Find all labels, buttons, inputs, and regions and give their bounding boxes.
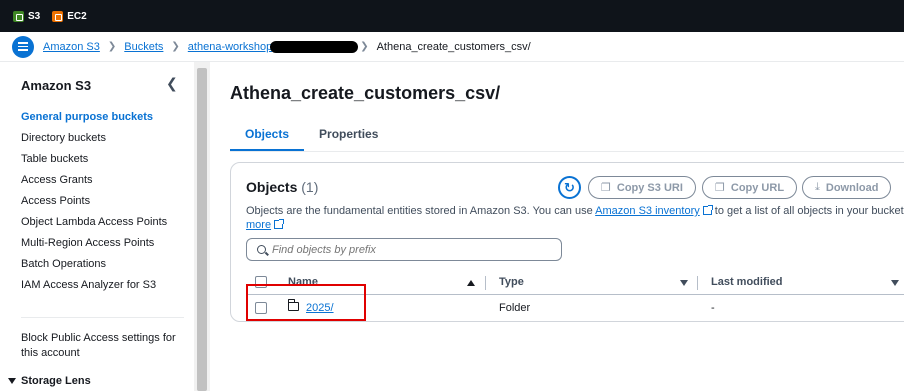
sidebar-item-batch-operations[interactable]: Batch Operations — [21, 257, 167, 278]
favorite-ec2-label: EC2 — [67, 10, 87, 22]
download-icon: ⤓ — [815, 181, 820, 193]
sidebar-item-directory-buckets[interactable]: Directory buckets — [21, 131, 167, 152]
breadcrumb-bucket[interactable]: athena-workshop — [188, 41, 272, 53]
tab-objects[interactable]: Objects — [230, 124, 305, 152]
redaction-mark — [270, 40, 359, 53]
scrollbar-thumb[interactable] — [197, 68, 207, 391]
favorites-bar: S3 EC2 — [0, 0, 904, 32]
breadcrumb-amazon-s3[interactable]: Amazon S3 — [43, 41, 100, 53]
sidebar-item-iam-access-analyzer[interactable]: IAM Access Analyzer for S3 — [21, 278, 167, 299]
objects-title-text: Objects — [246, 179, 298, 195]
objects-description: Objects are the fundamental entities sto… — [246, 204, 904, 218]
breadcrumb-buckets[interactable]: Buckets — [124, 41, 163, 53]
sidebar-item-object-lambda-access-points[interactable]: Object Lambda Access Points — [21, 215, 167, 236]
search-input[interactable] — [272, 243, 552, 256]
sort-ascending-icon[interactable] — [467, 280, 475, 286]
column-header-last-modified[interactable]: Last modified — [711, 276, 783, 288]
search-icon — [257, 245, 266, 254]
copy-icon: ❐ — [715, 182, 725, 194]
sidebar-nav: General purpose buckets Directory bucket… — [21, 110, 167, 299]
sort-icon[interactable] — [680, 280, 688, 286]
s3-inventory-link[interactable]: Amazon S3 inventory — [595, 205, 700, 217]
sidebar-title: Amazon S3 — [21, 78, 92, 93]
column-separator — [485, 276, 486, 290]
objects-description-more: more — [246, 218, 285, 232]
copy-s3-uri-button[interactable]: ❐ Copy S3 URI — [588, 176, 696, 199]
favorite-ec2[interactable]: EC2 — [52, 10, 87, 22]
breadcrumb: Amazon S3 ❯ Buckets ❯ athena-workshop ❯ … — [0, 32, 904, 62]
hamburger-icon-line — [18, 49, 28, 51]
tab-list: Objects Properties — [230, 124, 393, 152]
main-content: Athena_create_customers_csv/ Objects Pro… — [210, 62, 904, 391]
sidebar-divider — [21, 317, 184, 318]
favorite-s3[interactable]: S3 — [13, 10, 41, 22]
refresh-button[interactable]: ↻ — [558, 176, 581, 199]
sort-icon[interactable] — [891, 280, 899, 286]
column-header-type[interactable]: Type — [499, 276, 524, 288]
chevron-left-icon[interactable]: ❮ — [166, 75, 178, 92]
objects-panel-title: Objects (1) — [246, 179, 318, 195]
download-label: Download — [825, 181, 879, 194]
external-link-icon — [274, 219, 285, 229]
external-link-icon — [702, 205, 713, 215]
description-text: Objects are the fundamental entities sto… — [246, 205, 596, 217]
breadcrumb-current: Athena_create_customers_csv/ — [376, 40, 531, 53]
sidebar: Amazon S3 ❮ General purpose buckets Dire… — [0, 62, 194, 391]
caret-down-icon — [8, 378, 16, 384]
tabs-divider — [230, 151, 904, 152]
sidebar-item-access-grants[interactable]: Access Grants — [21, 173, 167, 194]
sidebar-item-access-points[interactable]: Access Points — [21, 194, 167, 215]
chevron-right-icon: ❯ — [171, 41, 180, 52]
object-search[interactable] — [246, 238, 562, 261]
sidebar-item-general-purpose-buckets[interactable]: General purpose buckets — [21, 110, 167, 131]
copy-icon: ❐ — [601, 182, 611, 194]
copy-url-label: Copy URL — [730, 181, 785, 194]
ec2-service-icon — [52, 10, 64, 22]
menu-toggle-button[interactable] — [12, 35, 34, 58]
favorite-s3-label: S3 — [28, 10, 41, 22]
description-text-after: to get a list of all objects in your buc… — [711, 205, 904, 217]
download-button[interactable]: ⤓ Download — [802, 176, 892, 199]
page-title: Athena_create_customers_csv/ — [230, 83, 501, 103]
object-type: Folder — [499, 302, 531, 314]
sidebar-scrollbar[interactable] — [194, 62, 210, 391]
sidebar-item-block-public-access[interactable]: Block Public Access settings for this ac… — [21, 331, 181, 361]
copy-url-button[interactable]: ❐ Copy URL — [702, 176, 798, 199]
annotation-highlight-box — [246, 284, 366, 321]
sidebar-section-storage-lens[interactable]: Storage Lens — [8, 375, 91, 387]
sidebar-item-table-buckets[interactable]: Table buckets — [21, 152, 167, 173]
copy-s3-uri-label: Copy S3 URI — [616, 181, 683, 194]
sidebar-item-multi-region-access-points[interactable]: Multi-Region Access Points — [21, 236, 167, 257]
storage-lens-label: Storage Lens — [21, 375, 91, 387]
tab-properties[interactable]: Properties — [304, 124, 393, 152]
chevron-right-icon: ❯ — [360, 41, 369, 52]
refresh-icon: ↻ — [564, 179, 575, 195]
learn-more-link[interactable]: more — [246, 219, 271, 231]
chevron-right-icon: ❯ — [107, 41, 117, 52]
hamburger-icon-line — [18, 42, 28, 44]
objects-count: (1) — [301, 179, 319, 195]
object-last-modified: - — [711, 302, 715, 314]
column-separator — [697, 276, 698, 290]
hamburger-icon-line — [18, 45, 28, 48]
s3-service-icon — [13, 10, 24, 22]
